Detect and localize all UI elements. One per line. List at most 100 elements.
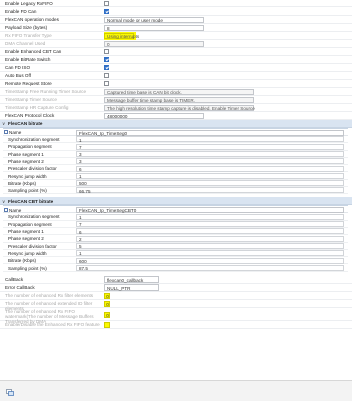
bitrate-value-field[interactable]: 2 — [76, 235, 344, 242]
bitrate-value-field[interactable]: 1 — [76, 172, 344, 179]
property-value: 0 — [106, 293, 109, 299]
bitrate-row: Bitrate (Kbps) 600 — [3, 257, 348, 265]
property-value-field[interactable]: Normal mode or user mode — [104, 16, 204, 23]
property-label: Can FD ISO — [5, 65, 31, 71]
property-label: Enable/Disable the Enhanced Rx FIFO feat… — [5, 322, 100, 328]
property-label: CallBack — [5, 277, 24, 283]
bitrate-label: Bitrate (Kbps) — [8, 258, 37, 264]
properties-icon[interactable] — [6, 389, 14, 396]
property-value-field[interactable]: NULL_PTR — [104, 284, 159, 291]
property-label: FlexCAN operation modes — [5, 17, 59, 23]
chevron-down-icon[interactable]: ∨ — [2, 121, 5, 126]
bitrate-value-field[interactable]: 1 — [76, 213, 344, 220]
property-row: Enable BitRate Switch — [0, 56, 352, 64]
property-row: Enable Legacy RxFIFO — [0, 0, 352, 7]
property-checkbox[interactable] — [104, 1, 109, 6]
bitrate-row: Propagation segment 7 — [3, 221, 348, 228]
bitrate-value: 3 — [79, 152, 82, 158]
bitrate-value-field[interactable]: 5 — [76, 242, 344, 250]
bitrate-value-field[interactable]: 3 — [76, 158, 344, 164]
bitrate-value-field[interactable]: 500 — [76, 180, 344, 186]
bitrate-value-field[interactable]: 600 — [76, 257, 344, 264]
bitrate-value-field[interactable]: 87.5 — [76, 264, 344, 272]
property-row: Auto Bus Off — [0, 72, 352, 80]
name-label: Name — [9, 130, 22, 136]
property-row: Enable FD Can — [0, 8, 352, 16]
group-title: FlexCAN bitrate — [8, 121, 43, 127]
property-checkbox[interactable] — [104, 49, 109, 54]
property-label: Enable Enhanced CBT Can — [5, 49, 62, 55]
bitrate-value: 6 — [79, 166, 82, 172]
property-value: Captured time base is CAN bit clock. — [107, 89, 182, 95]
property-value: NULL_PTR — [107, 285, 131, 291]
bitrate-label: Sampling point (%) — [8, 265, 47, 271]
property-row: TimeStamp Free Running Timer Source Captu… — [0, 88, 352, 96]
bitrate-value: 7 — [79, 144, 82, 150]
property-row: Rx FIFO Transfer Type Using interrupts — [0, 32, 352, 40]
property-row: Remote Request Store — [0, 80, 352, 88]
bitrate-value: 6 — [79, 229, 82, 235]
property-checkbox[interactable] — [104, 65, 109, 70]
property-value: 0 — [106, 301, 109, 307]
property-checkbox[interactable] — [104, 73, 109, 78]
bitrate-row: Synchronization segment 1 — [3, 213, 348, 221]
bitrate-row: Resync jump width 1 — [3, 172, 348, 180]
property-value-field: 0 — [104, 300, 110, 308]
property-row: The number of enhanced extended ID filte… — [0, 300, 352, 311]
property-row: Enable/Disable the Enhanced Rx FIFO feat… — [0, 321, 352, 329]
property-value: 0 — [106, 312, 109, 318]
bitrate-row: Synchronization segment 1 — [3, 136, 348, 144]
property-checkbox[interactable] — [104, 9, 109, 14]
table-icon — [4, 130, 8, 135]
group-header[interactable]: ∨ FlexCAN CBT bitrate — [0, 197, 352, 206]
bitrate-value-field[interactable]: 1 — [76, 250, 344, 256]
bitrate-label: Propagation segment — [8, 221, 52, 227]
property-row: CallBack flexcan0_callback — [0, 276, 352, 284]
name-label: Name — [9, 207, 22, 213]
bitrate-value-field[interactable]: 66.75 — [76, 187, 344, 194]
group-title: FlexCAN CBT bitrate — [8, 198, 54, 204]
bitrate-value-field[interactable]: 6 — [76, 228, 344, 235]
bitrate-row: Propagation segment 7 — [3, 143, 348, 151]
property-label: Error CallBack — [5, 285, 35, 291]
bitrate-row: Phase segment 2 3 — [3, 158, 348, 166]
bitrate-value: 500 — [79, 181, 87, 187]
table-icon — [4, 207, 8, 212]
property-value-field[interactable]: 8 — [104, 24, 204, 31]
group-header[interactable]: ∨ FlexCAN bitrate — [0, 120, 352, 128]
bitrate-label: Phase segment 2 — [8, 158, 44, 164]
property-value: 8 — [107, 25, 110, 31]
bitrate-value: 5 — [79, 244, 82, 250]
property-value-field[interactable]: flexcan0_callback — [104, 276, 159, 283]
property-value-field: Using interrupts — [104, 32, 139, 39]
bitrate-value: 600 — [79, 258, 87, 264]
bitrate-label: Phase segment 1 — [8, 151, 44, 157]
bitrate-label: Synchronization segment — [8, 214, 60, 220]
bitrate-value: 1 — [79, 214, 82, 220]
property-row: FlexCAN operation modes Normal mode or us… — [0, 16, 352, 24]
property-label: TimeStamp Timer Source — [5, 97, 57, 103]
chevron-down-icon[interactable]: ∨ — [2, 199, 5, 204]
property-checkbox[interactable] — [104, 81, 109, 86]
bitrate-value: 1 — [79, 137, 82, 143]
property-value-field[interactable]: 48000000 — [104, 112, 204, 119]
bitrate-value-field[interactable]: 7 — [76, 221, 344, 227]
property-label: Remote Request Store — [5, 81, 52, 87]
property-value-field: Captured time base is CAN bit clock. — [104, 88, 254, 95]
property-value: Using interrupts — [107, 33, 140, 39]
bitrate-value-field[interactable]: 1 — [76, 136, 344, 143]
property-checkbox[interactable] — [104, 57, 109, 62]
bitrate-value-field[interactable]: 6 — [76, 165, 344, 172]
bitrate-value-field[interactable]: 7 — [76, 143, 344, 150]
property-row: FlexCAN Protocol Clock 48000000 — [0, 112, 352, 120]
bitrate-label: Resync jump width — [8, 173, 47, 179]
property-label: Enable Legacy RxFIFO — [5, 1, 53, 7]
property-label: Rx FIFO Transfer Type — [5, 33, 52, 39]
property-row: DMA Channel Used 0 — [0, 40, 352, 48]
property-label: Enable FD Can — [5, 9, 37, 15]
bitrate-value-field[interactable]: 3 — [76, 150, 344, 158]
bitrate-row: Sampling point (%) 66.75 — [3, 187, 348, 195]
bitrate-label: Propagation segment — [8, 144, 52, 150]
bitrate-value: 87.5 — [79, 266, 88, 272]
property-value-field: 0 — [104, 292, 110, 300]
